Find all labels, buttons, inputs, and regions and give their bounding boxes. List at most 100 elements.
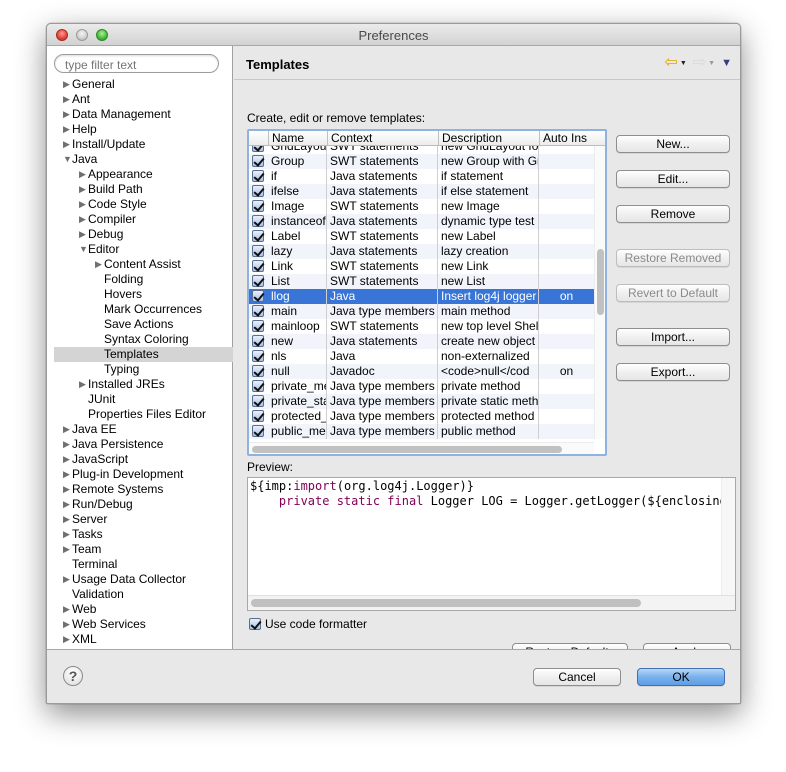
expand-arrow-icon[interactable]: ▶ — [63, 602, 72, 617]
template-row[interactable]: mainloop SWT statements new top level Shel — [249, 319, 594, 334]
tree-item-general[interactable]: ▶ General — [47, 77, 233, 92]
tree-item-debug[interactable]: ▶ Debug — [47, 227, 233, 242]
expand-arrow-icon[interactable]: ▶ — [63, 527, 72, 542]
tree-item-code-style[interactable]: ▶ Code Style — [47, 197, 233, 212]
help-icon[interactable]: ? — [63, 666, 83, 686]
template-row[interactable]: if Java statements if statement — [249, 169, 594, 184]
expand-arrow-icon[interactable]: ▶ — [63, 467, 72, 482]
template-row[interactable]: Image SWT statements new Image — [249, 199, 594, 214]
expand-arrow-icon[interactable]: ▶ — [63, 632, 72, 647]
tree-item-typing[interactable]: Typing — [47, 362, 233, 377]
column-header-description[interactable]: Description — [438, 131, 539, 146]
template-enabled-checkbox[interactable] — [252, 410, 264, 422]
table-vertical-scrollbar[interactable] — [594, 146, 605, 439]
tree-item-usage-data-collector[interactable]: ▶ Usage Data Collector — [47, 572, 233, 587]
template-row[interactable]: private_sta Java type members private stat… — [249, 394, 594, 409]
back-history-dropdown-icon[interactable]: ▼ — [680, 60, 687, 67]
template-enabled-checkbox[interactable] — [252, 230, 264, 242]
tree-item-java-ee[interactable]: ▶ Java EE — [47, 422, 233, 437]
template-row[interactable]: llog Java Insert log4j logger on — [249, 289, 594, 304]
forward-arrow-icon[interactable]: ⇨ — [693, 55, 706, 71]
tree-item-web[interactable]: ▶ Web — [47, 602, 233, 617]
expand-arrow-icon[interactable]: ▶ — [79, 182, 88, 197]
tree-item-syntax-coloring[interactable]: Syntax Coloring — [47, 332, 233, 347]
template-enabled-checkbox[interactable] — [252, 170, 264, 182]
collapse-arrow-icon[interactable]: ▼ — [63, 152, 72, 167]
template-row[interactable]: ifelse Java statements if else statement — [249, 184, 594, 199]
template-enabled-checkbox[interactable] — [252, 200, 264, 212]
tree-item-xml[interactable]: ▶ XML — [47, 632, 233, 647]
expand-arrow-icon[interactable]: ▶ — [63, 617, 72, 632]
view-menu-icon[interactable]: ▼ — [721, 57, 732, 69]
template-row[interactable]: instanceof Java statements dynamic type te… — [249, 214, 594, 229]
template-row[interactable]: Link SWT statements new Link — [249, 259, 594, 274]
column-header-name[interactable]: Name — [268, 131, 327, 146]
template-row[interactable]: GridLayout SWT statements new GridLayout f… — [249, 146, 594, 154]
template-row[interactable]: List SWT statements new List — [249, 274, 594, 289]
template-row[interactable]: public_met Java type members public method — [249, 424, 594, 439]
table-horizontal-scroll-thumb[interactable] — [252, 446, 562, 453]
table-horizontal-scrollbar[interactable] — [249, 442, 594, 454]
template-row[interactable]: new Java statements create new object — [249, 334, 594, 349]
tree-item-run-debug[interactable]: ▶ Run/Debug — [47, 497, 233, 512]
preview-horizontal-scroll-thumb[interactable] — [251, 599, 641, 607]
preview-pane[interactable]: ${imp:import(org.log4j.Logger)} private … — [247, 477, 736, 611]
checkbox-checked-icon[interactable] — [249, 618, 261, 630]
expand-arrow-icon[interactable]: ▶ — [63, 422, 72, 437]
filter-input[interactable] — [54, 54, 219, 73]
tree-item-server[interactable]: ▶ Server — [47, 512, 233, 527]
template-enabled-checkbox[interactable] — [252, 365, 264, 377]
expand-arrow-icon[interactable]: ▶ — [79, 197, 88, 212]
preview-vertical-scrollbar[interactable] — [721, 478, 735, 596]
expand-arrow-icon[interactable]: ▶ — [63, 572, 72, 587]
template-enabled-checkbox[interactable] — [252, 275, 264, 287]
template-enabled-checkbox[interactable] — [252, 380, 264, 392]
tree-item-build-path[interactable]: ▶ Build Path — [47, 182, 233, 197]
expand-arrow-icon[interactable]: ▶ — [63, 92, 72, 107]
expand-arrow-icon[interactable]: ▶ — [63, 452, 72, 467]
template-row[interactable]: main Java type members main method — [249, 304, 594, 319]
table-vertical-scroll-thumb[interactable] — [597, 249, 604, 315]
template-row[interactable]: Label SWT statements new Label — [249, 229, 594, 244]
export-button[interactable]: Export... — [616, 363, 730, 381]
expand-arrow-icon[interactable]: ▶ — [63, 437, 72, 452]
template-enabled-checkbox[interactable] — [252, 290, 264, 302]
column-header-auto-insert[interactable]: Auto Ins — [539, 131, 594, 146]
template-row[interactable]: protected_ Java type members protected met… — [249, 409, 594, 424]
back-arrow-icon[interactable]: ⇦ — [664, 55, 677, 71]
tree-item-install-update[interactable]: ▶ Install/Update — [47, 137, 233, 152]
column-header-enabled[interactable] — [249, 131, 268, 146]
template-enabled-checkbox[interactable] — [252, 320, 264, 332]
template-row[interactable]: Group SWT statements new Group with Gr — [249, 154, 594, 169]
tree-item-validation[interactable]: Validation — [47, 587, 233, 602]
tree-item-compiler[interactable]: ▶ Compiler — [47, 212, 233, 227]
tree-item-properties-files-editor[interactable]: Properties Files Editor — [47, 407, 233, 422]
tree-item-editor[interactable]: ▼Editor — [47, 242, 233, 257]
template-enabled-checkbox[interactable] — [252, 425, 264, 437]
ok-button[interactable]: OK — [637, 668, 725, 686]
template-enabled-checkbox[interactable] — [252, 260, 264, 272]
preview-horizontal-scrollbar[interactable] — [248, 595, 735, 610]
restore-removed-button[interactable]: Restore Removed — [616, 249, 730, 267]
expand-arrow-icon[interactable]: ▶ — [63, 497, 72, 512]
tree-item-data-management[interactable]: ▶ Data Management — [47, 107, 233, 122]
tree-item-templates[interactable]: Templates — [54, 347, 233, 362]
expand-arrow-icon[interactable]: ▶ — [79, 227, 88, 242]
new-template-button[interactable]: New... — [616, 135, 730, 153]
template-enabled-checkbox[interactable] — [252, 155, 264, 167]
tree-item-javascript[interactable]: ▶ JavaScript — [47, 452, 233, 467]
tree-item-java-persistence[interactable]: ▶ Java Persistence — [47, 437, 233, 452]
tree-item-java[interactable]: ▼Java — [47, 152, 233, 167]
template-enabled-checkbox[interactable] — [252, 245, 264, 257]
tree-item-plug-in-development[interactable]: ▶ Plug-in Development — [47, 467, 233, 482]
tree-item-terminal[interactable]: Terminal — [47, 557, 233, 572]
tree-item-ant[interactable]: ▶ Ant — [47, 92, 233, 107]
cancel-button[interactable]: Cancel — [533, 668, 621, 686]
expand-arrow-icon[interactable]: ▶ — [63, 122, 72, 137]
template-row[interactable]: nls Java non-externalized — [249, 349, 594, 364]
template-row[interactable]: null Javadoc <code>null</cod on — [249, 364, 594, 379]
expand-arrow-icon[interactable]: ▶ — [63, 107, 72, 122]
tree-item-junit[interactable]: JUnit — [47, 392, 233, 407]
expand-arrow-icon[interactable]: ▶ — [63, 137, 72, 152]
tree-item-installed-jres[interactable]: ▶ Installed JREs — [47, 377, 233, 392]
